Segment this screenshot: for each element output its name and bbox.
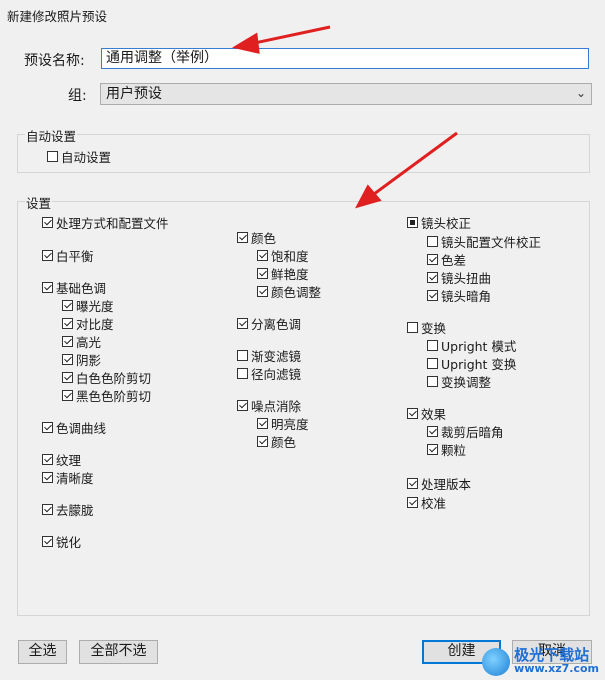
annotation-arrows bbox=[232, 25, 458, 209]
annotation-arrow-top bbox=[232, 25, 331, 54]
annotation-arrow-middle bbox=[355, 131, 458, 209]
watermark: 极光下载站 www.xz7.com bbox=[482, 648, 599, 676]
watermark-line1: 极光下载站 bbox=[514, 646, 590, 664]
watermark-line2: www.xz7.com bbox=[514, 662, 599, 675]
watermark-logo-icon bbox=[482, 648, 511, 676]
